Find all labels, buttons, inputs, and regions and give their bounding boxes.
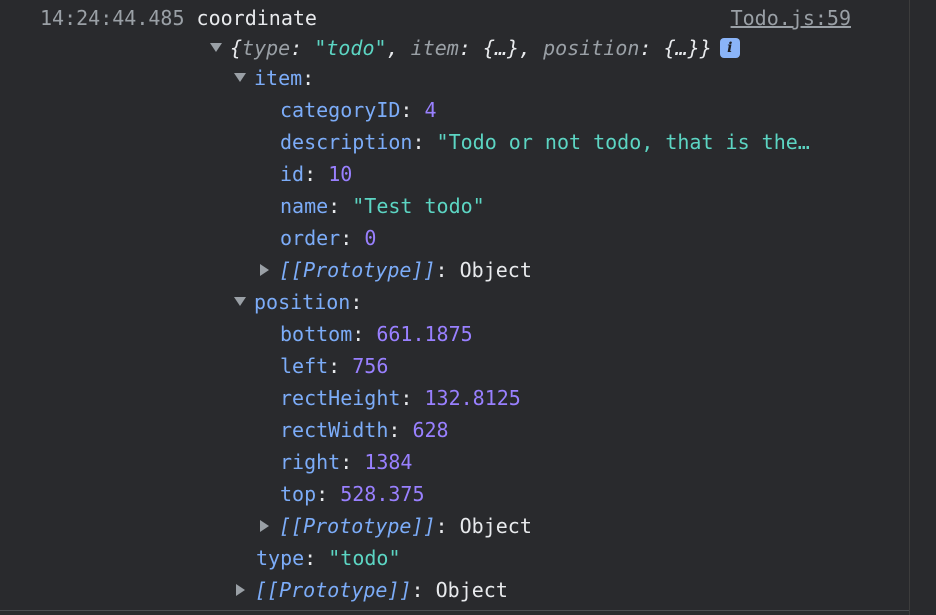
summary-item-key: item: [410, 36, 459, 60]
item-node[interactable]: item:: [234, 62, 314, 94]
item-prototype-row[interactable]: [[Prototype]]: Object: [260, 254, 532, 286]
summary-position-key: position: [543, 36, 640, 60]
summary-position-value: {…}: [663, 36, 700, 60]
expand-arrow-icon[interactable]: [234, 297, 246, 306]
property-row: left: 756: [280, 354, 389, 378]
property-row: rectWidth: 628: [280, 418, 449, 442]
rectHeight-value: 132.8125: [424, 386, 521, 410]
collapse-arrow-icon[interactable]: [260, 263, 269, 276]
rectWidth-value: 628: [412, 418, 449, 442]
summary-type-value: "todo": [314, 36, 387, 60]
property-row: categoryID: 4: [280, 98, 437, 122]
scrollbar[interactable]: [909, 0, 936, 615]
collapse-arrow-icon[interactable]: [260, 519, 269, 532]
expand-arrow-icon[interactable]: [234, 73, 246, 82]
type-value: "todo": [328, 546, 401, 570]
property-row: description: "Todo or not todo, that is …: [280, 130, 810, 154]
order-value: 0: [364, 226, 377, 250]
log-message: coordinate: [196, 6, 317, 30]
name-value: "Test todo": [352, 194, 485, 218]
property-row: rectHeight: 132.8125: [280, 386, 521, 410]
summary-open-brace: {: [230, 36, 243, 60]
property-row: order: 0: [280, 226, 377, 250]
position-label: position: [254, 290, 351, 314]
log-header: 14:24:44.485 coordinate: [40, 2, 317, 34]
summary-item-value: {…}: [482, 36, 520, 60]
property-row: name: "Test todo": [280, 194, 485, 218]
left-value: 756: [352, 354, 389, 378]
description-value: "Todo or not todo, that is the…: [436, 130, 810, 154]
bottom-value: 661.1875: [376, 322, 473, 346]
property-row: bottom: 661.1875: [280, 322, 473, 346]
summary-type-key: type: [242, 36, 291, 60]
top-value: 528.375: [340, 482, 425, 506]
root-prototype-row[interactable]: [[Prototype]]: Object: [236, 574, 508, 606]
object-summary-row[interactable]: {type: "todo", item: {…}, position: {…}}…: [210, 32, 740, 64]
info-icon[interactable]: i: [719, 37, 740, 58]
property-row: type: "todo": [256, 546, 401, 570]
property-row: right: 1384: [280, 450, 413, 474]
expand-arrow-icon[interactable]: [210, 43, 222, 52]
categoryID-value: 4: [424, 98, 437, 122]
collapse-arrow-icon[interactable]: [236, 583, 245, 596]
log-timestamp: 14:24:44.485: [40, 6, 185, 30]
property-row: top: 528.375: [280, 482, 425, 506]
summary-close-brace: }: [699, 36, 712, 60]
id-value: 10: [328, 162, 353, 186]
source-link[interactable]: Todo.js:59: [731, 2, 851, 34]
property-row: id: 10: [280, 162, 353, 186]
position-prototype-row[interactable]: [[Prototype]]: Object: [260, 510, 532, 542]
row-divider: [0, 610, 909, 611]
right-value: 1384: [364, 450, 413, 474]
item-label: item: [254, 66, 303, 90]
position-node[interactable]: position:: [234, 286, 362, 318]
